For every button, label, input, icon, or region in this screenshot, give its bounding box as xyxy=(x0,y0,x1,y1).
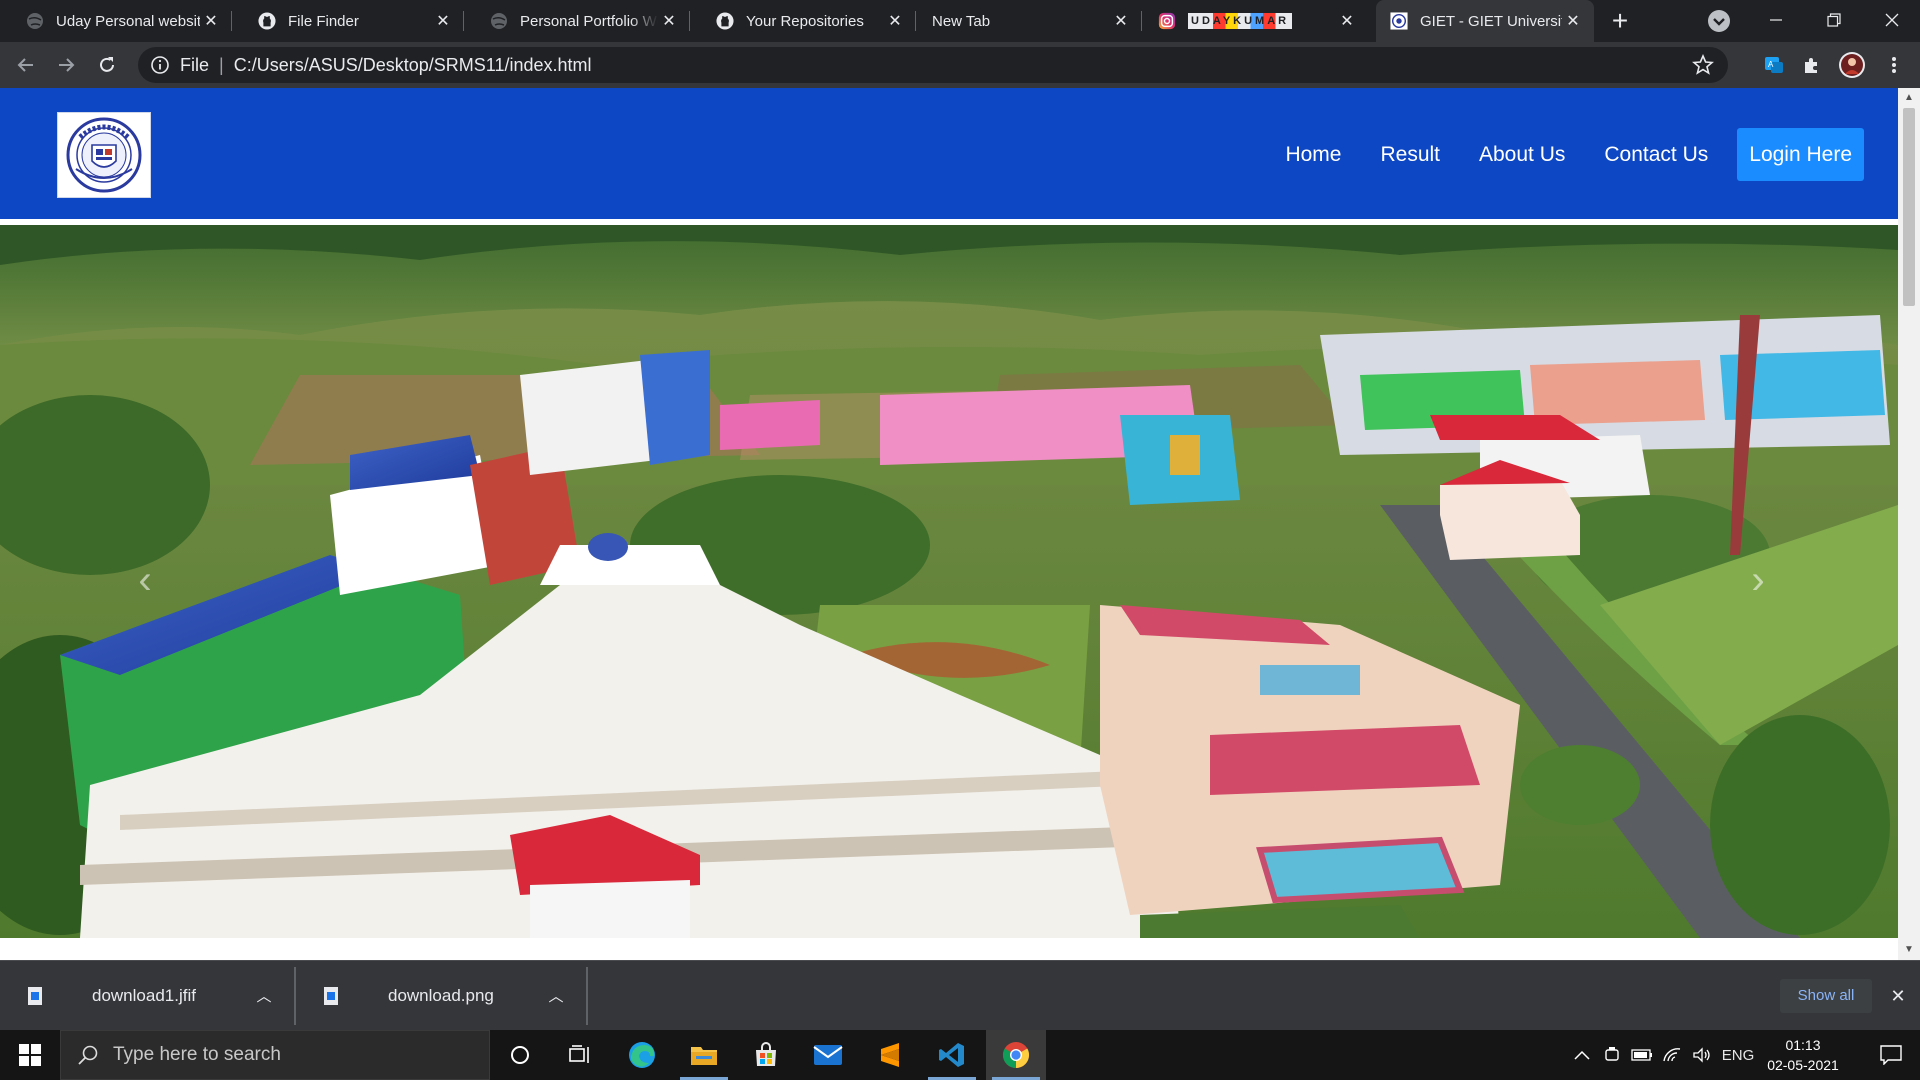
volume-icon[interactable] xyxy=(1688,1030,1716,1080)
url-scheme: File xyxy=(180,54,210,75)
minimize-icon[interactable] xyxy=(1748,0,1804,40)
tab-file-finder[interactable]: File Finder ✕ xyxy=(232,0,464,42)
hero-carousel: ‹ › xyxy=(0,225,1898,938)
tab-title: GIET - GIET University xyxy=(1420,12,1562,30)
tab-instagram[interactable]: UDAYKUMAR ✕ xyxy=(1142,0,1368,42)
scroll-thumb[interactable] xyxy=(1903,108,1915,306)
nav-result[interactable]: Result xyxy=(1380,143,1440,167)
mail-icon[interactable] xyxy=(798,1030,858,1080)
browser-toolbar: File | C:/Users/ASUS/Desktop/SRMS11/inde… xyxy=(0,42,1920,88)
task-view-icon[interactable] xyxy=(550,1030,610,1080)
battery-icon[interactable] xyxy=(1628,1030,1656,1080)
scroll-up-arrow-icon[interactable]: ▲ xyxy=(1898,88,1920,108)
tab-new-tab[interactable]: New Tab ✕ xyxy=(916,0,1142,42)
nav-about-us[interactable]: About Us xyxy=(1479,143,1565,167)
tab-search-icon[interactable] xyxy=(1706,8,1732,34)
search-icon xyxy=(77,1044,99,1066)
more-menu-icon[interactable] xyxy=(1878,49,1910,81)
scroll-down-arrow-icon[interactable]: ▼ xyxy=(1898,940,1920,960)
nav-home[interactable]: Home xyxy=(1285,143,1341,167)
back-arrow-icon[interactable] xyxy=(10,49,42,81)
github-icon xyxy=(716,12,734,30)
carousel-next-icon[interactable]: › xyxy=(1738,555,1778,605)
windows-taskbar: Type here to search ENG 01:13 02-05-2021 xyxy=(0,1030,1920,1080)
tab-giet-university[interactable]: GIET - GIET University ✕ xyxy=(1376,0,1594,42)
browser-tab-strip: Uday Personal website ✕ File Finder ✕ Pe… xyxy=(0,0,1920,42)
wifi-icon[interactable] xyxy=(1658,1030,1686,1080)
sublime-text-icon[interactable] xyxy=(860,1030,920,1080)
giet-university-logo[interactable] xyxy=(57,112,151,198)
restore-icon[interactable] xyxy=(1806,0,1862,40)
bookmark-star-icon[interactable] xyxy=(1692,53,1714,76)
globe-icon xyxy=(26,12,44,30)
tab-title: File Finder xyxy=(288,12,359,30)
forward-arrow-icon[interactable] xyxy=(50,49,82,81)
close-tab-icon[interactable]: ✕ xyxy=(200,10,222,32)
clock-date: 02-05-2021 xyxy=(1767,1057,1839,1073)
reload-icon[interactable] xyxy=(91,49,123,81)
chevron-up-icon[interactable]: ︿ xyxy=(254,985,274,1005)
page-scrollbar[interactable]: ▲ ▼ xyxy=(1898,88,1920,960)
close-window-icon[interactable] xyxy=(1864,0,1920,40)
download-filename: download.png xyxy=(388,986,494,1005)
close-tab-icon[interactable]: ✕ xyxy=(1336,10,1358,32)
show-hidden-icons-chevron-icon[interactable] xyxy=(1568,1030,1596,1080)
nav-menu: Home Result About Us Contact Us Login He… xyxy=(1285,128,1864,181)
url-divider: | xyxy=(219,54,224,75)
meet-now-icon[interactable] xyxy=(1598,1030,1626,1080)
github-icon xyxy=(258,12,276,30)
cortana-icon[interactable] xyxy=(490,1030,550,1080)
extensions-puzzle-icon[interactable] xyxy=(1796,49,1828,81)
show-all-downloads-button[interactable]: Show all xyxy=(1780,979,1872,1013)
search-placeholder: Type here to search xyxy=(113,1044,281,1065)
close-tab-icon[interactable]: ✕ xyxy=(1110,10,1132,32)
giet-favicon xyxy=(1390,12,1408,30)
address-bar[interactable]: File | C:/Users/ASUS/Desktop/SRMS11/inde… xyxy=(138,47,1728,83)
tab-title: New Tab xyxy=(932,12,991,30)
tab-title: Personal Portfolio Website xyxy=(520,12,658,30)
nav-contact-us[interactable]: Contact Us xyxy=(1604,143,1708,167)
login-button[interactable]: Login Here xyxy=(1737,128,1864,181)
chevron-up-icon[interactable]: ︿ xyxy=(546,985,566,1005)
tab-title: Your Repositories xyxy=(746,12,864,30)
carousel-prev-icon[interactable]: ‹ xyxy=(125,555,165,605)
download-filename: download1.jfif xyxy=(92,986,196,1005)
vscode-icon[interactable] xyxy=(922,1030,982,1080)
close-tab-icon[interactable]: ✕ xyxy=(1562,10,1584,32)
new-tab-button[interactable]: + xyxy=(1604,6,1636,38)
site-info-icon[interactable] xyxy=(150,55,170,75)
microsoft-store-icon[interactable] xyxy=(736,1030,796,1080)
globe-icon xyxy=(490,12,508,30)
campus-aerial-image xyxy=(0,225,1898,938)
clock-time: 01:13 xyxy=(1785,1037,1821,1053)
close-tab-icon[interactable]: ✕ xyxy=(884,10,906,32)
tab-title: UDAYKUMAR xyxy=(1188,13,1336,29)
tab-title: Uday Personal website xyxy=(56,12,200,30)
site-navbar: Home Result About Us Contact Us Login He… xyxy=(0,88,1898,222)
edge-browser-icon[interactable] xyxy=(612,1030,672,1080)
page-viewport: Home Result About Us Contact Us Login He… xyxy=(0,88,1920,960)
action-center-icon[interactable] xyxy=(1862,1030,1920,1080)
url-text: C:/Users/ASUS/Desktop/SRMS11/index.html xyxy=(233,54,592,75)
chrome-icon[interactable] xyxy=(986,1030,1046,1080)
file-icon xyxy=(28,987,42,1005)
file-explorer-icon[interactable] xyxy=(674,1030,734,1080)
system-clock[interactable]: 01:13 02-05-2021 xyxy=(1752,1035,1854,1075)
close-tab-icon[interactable]: ✕ xyxy=(432,10,454,32)
downloads-bar: download1.jfif ︿ download.png ︿ Show all… xyxy=(0,960,1920,1030)
extension-translate-icon[interactable]: A xyxy=(1758,49,1790,81)
file-icon xyxy=(324,987,338,1005)
download-item[interactable]: download1.jfif ︿ xyxy=(0,961,294,1031)
tab-uday-personal-website[interactable]: Uday Personal website ✕ xyxy=(0,0,232,42)
instagram-icon xyxy=(1158,12,1176,30)
windows-start-icon[interactable] xyxy=(0,1030,60,1080)
svg-text:A: A xyxy=(1768,60,1774,69)
profile-avatar[interactable] xyxy=(1836,49,1868,81)
tab-your-repositories[interactable]: Your Repositories ✕ xyxy=(690,0,916,42)
close-tab-icon[interactable]: ✕ xyxy=(658,10,680,32)
download-item[interactable]: download.png ︿ xyxy=(296,961,586,1031)
close-downloads-icon[interactable]: ✕ xyxy=(1886,984,1910,1008)
tab-personal-portfolio[interactable]: Personal Portfolio Website ✕ xyxy=(464,0,690,42)
taskbar-search-input[interactable]: Type here to search xyxy=(60,1030,490,1080)
